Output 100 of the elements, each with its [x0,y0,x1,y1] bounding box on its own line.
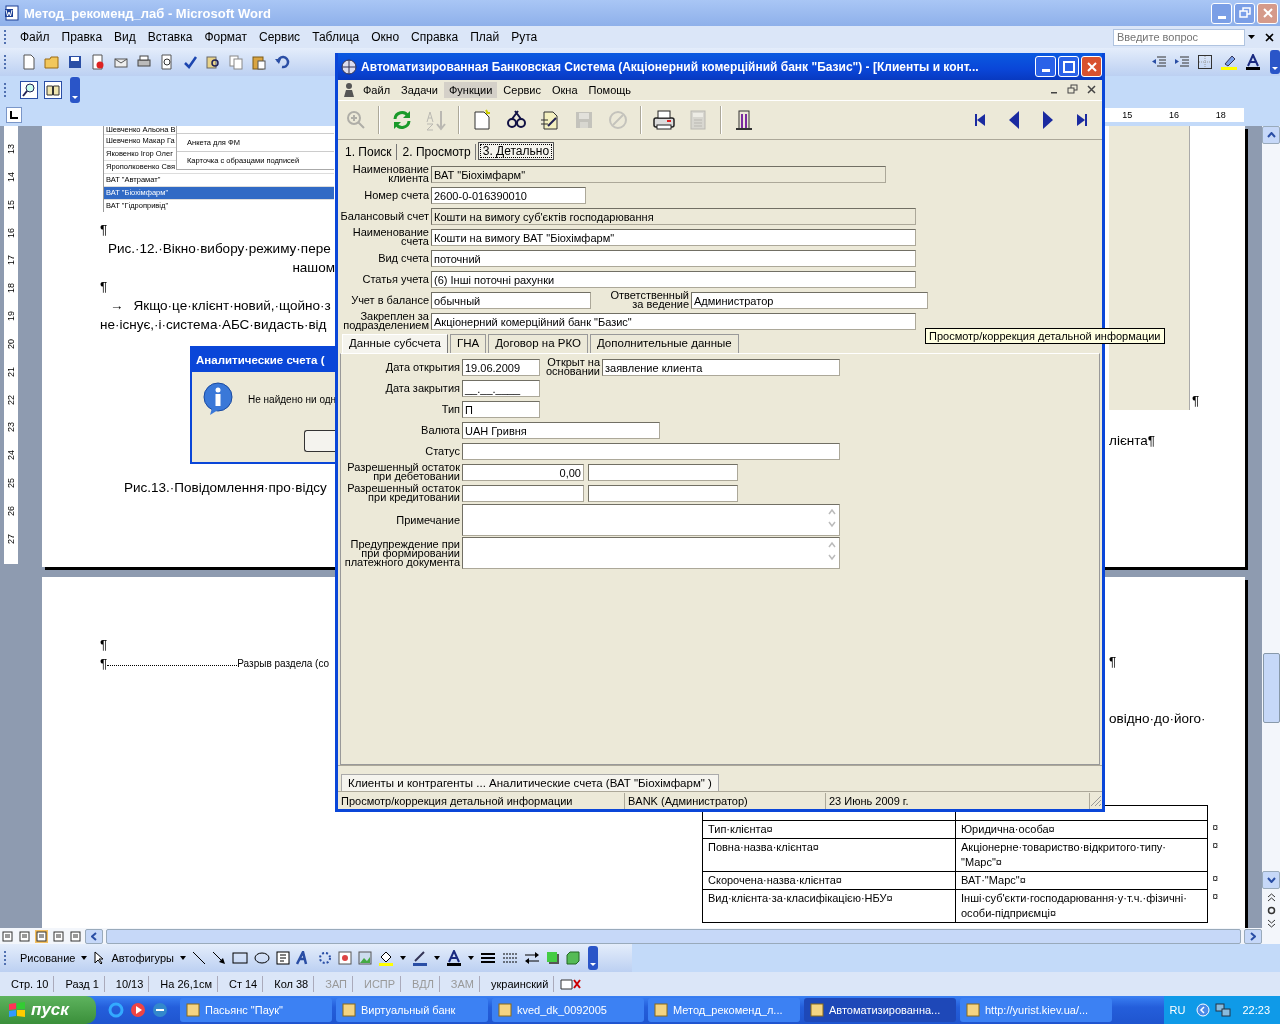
drawing-menu-button[interactable]: Рисование [20,952,76,964]
scroll-thumb[interactable] [1262,653,1280,723]
restore-icon[interactable] [1066,83,1080,97]
scroll-left-button[interactable] [85,928,103,944]
menu-item[interactable]: Правка [55,30,109,44]
text-field[interactable]: поточний [431,249,916,267]
text-field[interactable] [588,484,738,502]
menu-item[interactable]: Помощь [583,82,637,98]
network-icon[interactable] [1215,1003,1232,1017]
text-box-icon[interactable] [276,951,290,965]
text-field[interactable]: UAH Гривня [462,421,660,439]
scroll-down-button[interactable] [1262,871,1280,889]
toolbar-options-icon[interactable] [588,946,598,970]
clip-art-icon[interactable] [338,951,352,965]
text-field[interactable]: __.__.____ [462,379,540,397]
arrow-style-icon[interactable] [524,951,540,965]
vertical-scrollbar[interactable] [1262,126,1280,928]
horizontal-scroll-thumb[interactable] [106,928,1241,944]
menu-item[interactable]: Сервис [253,30,307,44]
print-button[interactable] [652,108,676,132]
line-icon[interactable] [192,951,206,965]
help-search-field[interactable]: Введите вопрос [1113,28,1245,46]
previous-page-icon[interactable] [1266,893,1276,902]
oval-icon[interactable] [254,952,270,964]
taskbar-button[interactable]: Виртуальный банк [336,998,488,1022]
tab[interactable]: 3. Детально [477,142,555,160]
font-color-icon[interactable] [1245,54,1261,70]
menu-item[interactable]: Сервис [498,82,546,98]
maximize-button[interactable] [1058,56,1079,77]
tab[interactable]: 1. Поиск [341,144,397,160]
next-page-icon[interactable] [1266,919,1276,928]
fill-color-icon[interactable] [378,950,394,966]
tab[interactable]: Данные субсчета [342,334,448,353]
undo-icon[interactable] [274,54,290,70]
borders-icon[interactable] [1197,54,1213,70]
browse-object-icon[interactable] [1266,906,1276,915]
minimize-button[interactable] [1211,2,1232,24]
minimize-button[interactable] [1035,56,1056,77]
tab-stop-selector[interactable] [6,107,22,123]
menu-item[interactable]: Справка [405,30,465,44]
taskbar-button[interactable]: Метод_рекоменд_л... [648,998,800,1022]
menu-item[interactable]: Плай [464,30,506,44]
line-color-icon[interactable] [412,950,428,966]
expand-tray-icon[interactable] [1196,1003,1211,1017]
folder-icon[interactable] [44,54,60,70]
caret-icon[interactable] [468,956,474,960]
print-layout-icon[interactable] [35,929,48,943]
text-field[interactable]: ВАТ "Біохімфарм" [431,165,886,183]
menu-item[interactable]: Таблица [306,30,366,44]
menu-item[interactable]: Окно [365,30,406,44]
menu-item[interactable]: Рута [505,30,544,44]
text-field[interactable]: 2600-0-016390010 [431,186,586,204]
decrease-indent-icon[interactable] [1151,54,1167,70]
menu-item[interactable]: Функции [444,82,498,98]
menu-item[interactable]: Вставка [141,30,199,44]
pointer-arrow-icon[interactable] [93,951,106,965]
menu-item[interactable]: Файл [358,82,396,98]
text-field[interactable]: обычный [431,291,591,309]
diagram-icon[interactable] [318,951,332,965]
print-preview-icon[interactable] [159,54,175,70]
taskbar-button[interactable]: kved_dk_0092005 [492,998,644,1022]
caret-icon[interactable] [400,956,406,960]
font-color-icon[interactable] [446,950,462,966]
normal-view-icon[interactable] [1,929,14,943]
amount-field[interactable]: 0,00 [462,463,584,481]
line-style-icon[interactable] [480,952,496,964]
paste-icon[interactable] [251,54,267,70]
rectangle-icon[interactable] [232,952,248,964]
menu-item[interactable]: Вид [108,30,142,44]
text-field[interactable]: заявление клиента [602,358,840,376]
toolbar-options-icon[interactable] [70,77,80,103]
tab[interactable]: Дополнительные данные [589,334,739,353]
increase-indent-icon[interactable] [1174,54,1190,70]
web-view-icon[interactable] [18,929,31,943]
3d-cube-icon[interactable] [566,951,580,965]
menu-item[interactable]: Задачи [396,82,443,98]
tab[interactable]: ГНА [450,334,487,353]
browser-icon[interactable] [152,1002,168,1018]
close-button[interactable] [1081,56,1102,77]
spellcheck-icon[interactable] [182,54,198,70]
restore-button[interactable] [1234,2,1255,24]
arrow-icon[interactable] [212,951,226,965]
tab[interactable]: Договор на РКО [488,334,588,353]
printer-icon[interactable] [136,54,152,70]
text-field[interactable]: П [462,400,540,418]
text-field[interactable] [462,442,840,460]
taskbar-button[interactable]: Автоматизированна... [804,998,956,1022]
tab[interactable]: 2. Просмотр [398,144,476,160]
toolbar-options-icon[interactable] [1270,50,1280,74]
window-tab[interactable]: Клиенты и контрагенты ... Аналитические счета (ВАТ "Біохімфарм" ) [341,774,719,791]
caret-icon[interactable] [434,956,440,960]
highlighter-icon[interactable] [1220,54,1238,70]
scroll-up-button[interactable] [1262,126,1280,144]
amount-field[interactable] [462,484,584,502]
magnifier-icon[interactable] [20,81,38,99]
dash-style-icon[interactable] [502,952,518,964]
menu-item[interactable]: Окна [547,82,583,98]
scroll-right-button[interactable] [1244,928,1262,944]
book-icon[interactable] [44,81,62,99]
document-lock-icon[interactable] [90,54,106,70]
